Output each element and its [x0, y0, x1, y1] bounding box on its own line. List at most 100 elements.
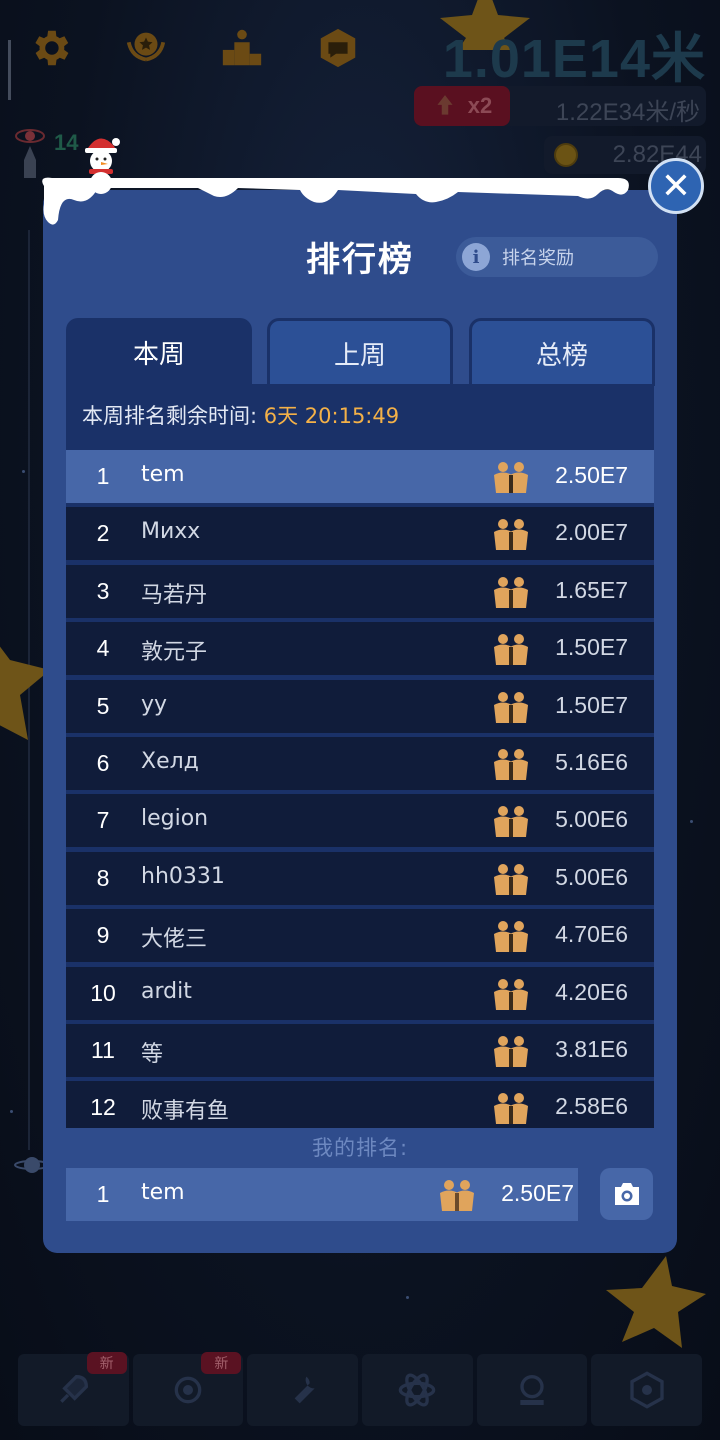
bottom-nav-wrench[interactable] [247, 1354, 359, 1426]
achievements-button[interactable] [120, 22, 172, 74]
my-rank-row[interactable]: 1 tem 2.50E7 [66, 1168, 578, 1221]
countdown: 本周排名剩余时间: 6天 20:15:49 [82, 400, 399, 430]
tab-this-week[interactable]: 本周 [66, 318, 252, 386]
leaderboard-row[interactable]: 10 ardit 4.20E6 [66, 966, 654, 1020]
team-icon [494, 1093, 528, 1125]
player-name: Хелд [141, 748, 199, 774]
player-name: Михх [141, 519, 201, 545]
rocket-arrow-icon [437, 95, 453, 115]
my-rank-label: 我的排名: [311, 1136, 409, 1160]
rocket-icon [60, 1374, 89, 1403]
leaderboard-row[interactable]: 6 Хелд 5.16E6 [66, 736, 654, 790]
team-icon [494, 1035, 528, 1067]
player-name: ardit [141, 978, 192, 1004]
chat-badge-icon [320, 28, 356, 68]
rank-number: 10 [90, 979, 116, 1006]
leaderboard-row[interactable]: 3 马若丹 1.65E7 [66, 564, 654, 618]
left-scroll-indicator [8, 40, 11, 100]
bottom-nav-settings[interactable] [591, 1354, 703, 1426]
speed-boost-button[interactable]: x2 [414, 86, 510, 126]
rank-number: 8 [96, 864, 110, 891]
modal-title: 排行榜 [306, 240, 414, 280]
player-name: 败事有鱼 [141, 1099, 230, 1125]
leaderboard-row[interactable]: 4 敦元子 1.50E7 [66, 622, 654, 676]
new-badge: 新 [86, 1352, 127, 1374]
settings-button[interactable] [24, 22, 76, 74]
leaderboard-row[interactable]: 11 等 3.81E6 [66, 1023, 654, 1077]
leaderboard-row[interactable]: 12 败事有鱼 2.58E6 [66, 1081, 654, 1128]
player-name: 等 [141, 1041, 164, 1067]
player-score: 1.65E7 [555, 576, 628, 603]
player-name: 马若丹 [141, 582, 208, 608]
podium-icon [222, 29, 262, 66]
info-icon: i [462, 243, 490, 271]
player-score: 5.00E6 [555, 806, 628, 833]
player-score: 1.50E7 [555, 634, 628, 661]
countdown-label: 本周排名剩余时间: [82, 404, 264, 428]
team-icon [494, 634, 528, 666]
player-score: 3.81E6 [555, 1035, 628, 1062]
team-icon [494, 691, 528, 723]
coin-icon [554, 143, 578, 167]
team-icon [494, 921, 528, 953]
rank-reward-button[interactable]: i 排名奖励 [456, 237, 658, 277]
leaderboard-rows: 1 tem 2.50E7 2 Михх 2.00E7 3 马若丹 1.65E7 … [66, 450, 654, 1128]
close-icon: ✕ [660, 165, 692, 207]
background-star [22, 470, 25, 473]
rank-reward-label: 排名奖励 [502, 248, 574, 269]
close-button[interactable]: ✕ [648, 158, 704, 214]
leaderboard-row[interactable]: 5 yy 1.50E7 [66, 679, 654, 733]
gear-icon [35, 30, 69, 66]
player-score: 5.16E6 [555, 748, 628, 775]
medal-icon [126, 32, 166, 62]
rank-number: 7 [96, 807, 110, 834]
countdown-value: 6天 20:15:49 [263, 404, 400, 428]
leaderboard-list[interactable]: 本周排名剩余时间: 6天 20:15:49 1 tem 2.50E7 2 Мих… [66, 384, 654, 1128]
speed-value: 1.22E34米/秒 [555, 99, 700, 126]
leaderboard-row[interactable]: 9 大佬三 4.70E6 [66, 909, 654, 963]
speed-panel: x2 1.22E34米/秒 [414, 86, 706, 126]
player-score: 2.58E6 [555, 1093, 628, 1120]
leaderboard-row[interactable]: 1 tem 2.50E7 [66, 450, 654, 503]
rank-number: 1 [96, 463, 110, 489]
background-star [10, 1110, 13, 1113]
rank-number: 5 [96, 692, 110, 719]
background-star [406, 1296, 409, 1299]
team-icon [494, 462, 528, 493]
rank-number: 4 [96, 635, 110, 662]
team-icon [494, 576, 528, 608]
bottom-nav-atom[interactable] [362, 1354, 473, 1426]
ranking-button[interactable] [216, 22, 268, 74]
star-decoration-icon [606, 1256, 706, 1348]
player-name: 敦元子 [141, 640, 208, 666]
rank-number: 9 [96, 922, 110, 949]
rank-number: 6 [96, 749, 110, 776]
satellite-icon [174, 1376, 202, 1404]
background-star [690, 820, 693, 823]
leaderboard-row[interactable]: 8 hh0331 5.00E6 [66, 851, 654, 905]
bottom-nav-rocket[interactable]: 新 [18, 1352, 129, 1426]
message-button[interactable] [312, 22, 364, 74]
wrench-icon [294, 1376, 315, 1404]
camera-icon [614, 1183, 639, 1205]
player-name: tem [141, 462, 185, 487]
tab-last-week[interactable]: 上周 [267, 318, 453, 386]
leaderboard-row[interactable]: 2 Михх 2.00E7 [66, 507, 654, 561]
bottom-nav-satellite[interactable]: 新 [132, 1352, 244, 1426]
atom-icon [399, 1373, 436, 1407]
share-screenshot-button[interactable] [600, 1168, 653, 1220]
distance-display: 1.01E14米 [442, 29, 706, 89]
player-score: 2.00E7 [555, 519, 628, 546]
tab-all-time[interactable]: 总榜 [469, 318, 655, 386]
player-score: 4.70E6 [555, 921, 628, 948]
player-name: tem [141, 1180, 185, 1205]
rank-number: 11 [91, 1036, 115, 1063]
player-score: 4.20E6 [555, 978, 628, 1005]
bottom-nav-telescope[interactable] [476, 1354, 588, 1426]
player-score: 1.50E7 [555, 691, 628, 718]
rank-number: 12 [90, 1094, 116, 1121]
new-badge: 新 [201, 1352, 242, 1374]
leaderboard-row[interactable]: 7 legion 5.00E6 [66, 794, 654, 848]
multiplier-label: x2 [467, 93, 493, 118]
snowman-icon [85, 138, 120, 194]
